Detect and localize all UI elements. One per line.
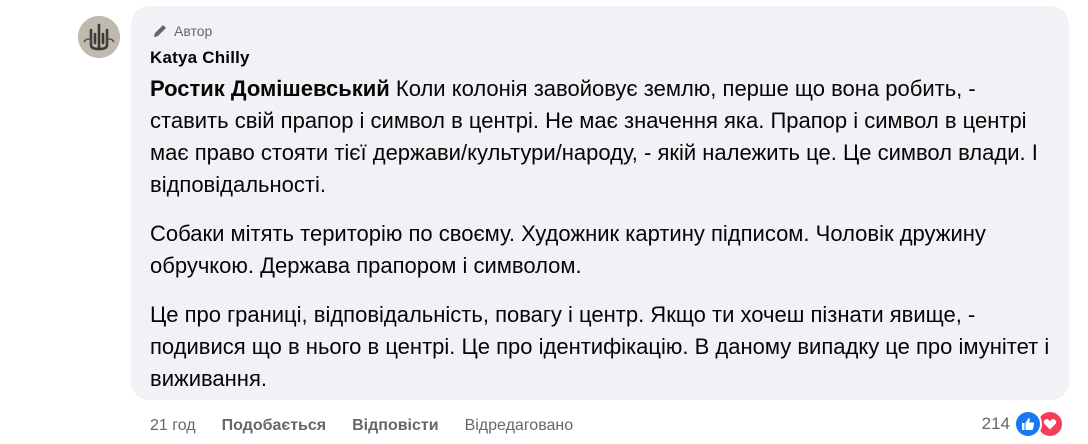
mention-link[interactable]: Ростик Домішевський — [150, 76, 390, 101]
comment-paragraph: Ростик Домішевський Коли колонія завойов… — [150, 73, 1050, 201]
pencil-icon — [152, 23, 168, 39]
like-button[interactable]: Подобається — [222, 417, 327, 435]
author-badge: Автор — [152, 20, 212, 42]
comment-actions: 21 год Подобається Відповісти Відредагов… — [150, 412, 573, 440]
comment-paragraph: Собаки мітять територію по своєму. Худож… — [150, 221, 986, 278]
reaction-count: 214 — [981, 414, 1010, 433]
reactions-summary[interactable]: 214 — [982, 408, 1064, 440]
like-icon — [1014, 410, 1042, 438]
avatar[interactable] — [78, 16, 120, 58]
comment-paragraph: Це про границі, відповідальність, повагу… — [150, 302, 1050, 391]
comment-body: Ростик Домішевський Коли колонія завойов… — [150, 73, 1050, 412]
author-badge-label: Автор — [174, 23, 213, 39]
edited-label: Відредаговано — [464, 417, 574, 434]
timestamp-link[interactable]: 21 год — [150, 417, 196, 435]
comment-author-name[interactable]: Katya Chilly — [150, 48, 250, 68]
reply-button[interactable]: Відповісти — [352, 417, 438, 435]
